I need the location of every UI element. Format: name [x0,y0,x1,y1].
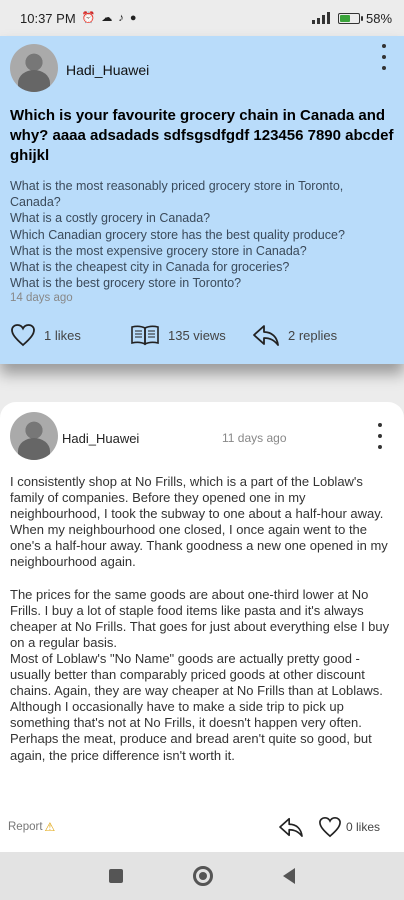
battery-percent: 58% [365,10,392,26]
related-question-link[interactable]: What is a costly grocery in Canada? [10,210,394,226]
like-button[interactable]: 1 likes [10,320,81,350]
answer-card: Hadi_Huawei 11 days ago I consistently s… [0,402,404,852]
battery-fill [339,14,351,22]
answer-paragraph: Most of Loblaw's "No Name" goods are act… [10,650,383,699]
report-label: Report [8,821,43,833]
answer-likes-count: 0 likes [346,820,381,834]
answer-date: 11 days ago [222,431,287,445]
heart-icon [319,817,341,838]
back-button[interactable] [283,868,295,884]
status-time: 10:37 PM [20,10,76,26]
related-question-link[interactable]: What is the best grocery store in Toront… [10,275,394,291]
tiktok-icon: ♪ [118,11,124,24]
likes-count: 1 likes [44,327,81,343]
avatar[interactable] [10,412,58,460]
battery-icon [337,12,363,24]
answer-body: I consistently shop at No Frills, which … [10,474,394,764]
battery-value: 58 [365,10,381,26]
answer-paragraph: I consistently shop at No Frills, which … [10,474,388,570]
views-stat: 135 views [130,320,226,350]
question-title: Which is your favourite grocery chain in… [10,107,394,164]
app-notification-icon: ● [129,11,137,24]
answer-reply-button[interactable] [278,816,304,843]
answer-like-button[interactable]: 0 likes [318,816,380,838]
heart-icon [11,324,35,347]
related-question-link[interactable]: What is the most reasonably priced groce… [10,178,394,210]
home-button[interactable] [193,866,213,886]
more-options-icon[interactable] [375,423,385,449]
question-card: Hadi_Huawei Which is your favourite groc… [0,36,404,364]
reply-button[interactable]: 2 replies [252,320,337,350]
recents-button[interactable] [109,869,123,883]
reply-icon [279,817,303,837]
avatar[interactable] [10,44,58,92]
answer-username[interactable]: Hadi_Huawei [62,431,139,446]
warning-icon: ⚠ [44,820,56,834]
answer-paragraph: The prices for the same goods are about … [10,586,390,650]
status-left: 10:37 PM ⏰ ☁ ♪ ● [20,11,137,26]
report-button[interactable]: Report ⚠ [8,820,55,834]
question-date: 14 days ago [10,292,73,304]
views-count: 135 views [168,327,226,343]
status-right: 58% [311,10,392,26]
related-question-link[interactable]: Which Canadian grocery store has the bes… [10,227,394,243]
question-username[interactable]: Hadi_Huawei [66,62,149,78]
related-question-link[interactable]: What is the most expensive grocery store… [10,243,394,259]
more-options-icon[interactable] [379,44,389,70]
status-bar: 10:37 PM ⏰ ☁ ♪ ● 58% [0,0,404,36]
cloud-icon: ☁ [101,11,113,24]
replies-count: 2 replies [288,327,338,343]
alarm-icon: ⏰ [81,11,96,24]
signal-icon [311,12,330,24]
system-nav-bar [0,852,404,900]
related-question-link[interactable]: What is the cheapest city in Canada for … [10,259,394,275]
reply-icon [253,325,279,346]
book-icon [131,325,159,346]
answer-paragraph: Although I occasionally have to make a s… [10,699,372,763]
related-questions-list: What is the most reasonably priced groce… [10,178,394,291]
